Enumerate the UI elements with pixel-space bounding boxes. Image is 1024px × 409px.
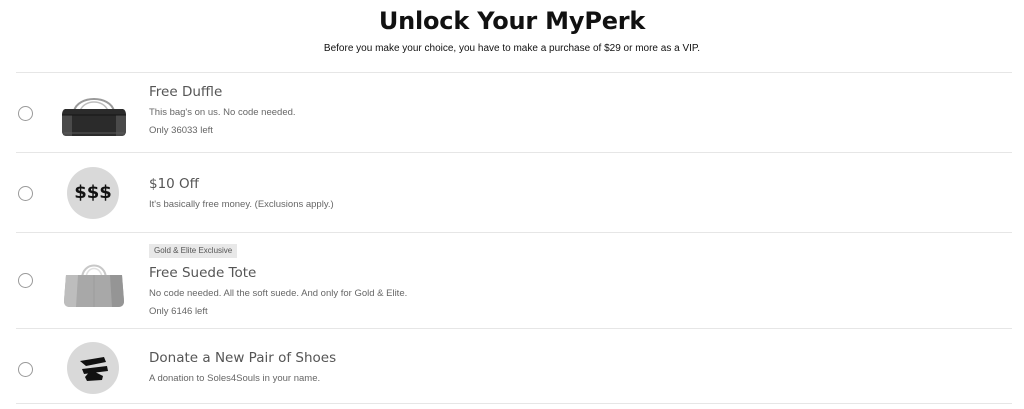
perk-description: A donation to Soles4Souls in your name. <box>149 373 321 384</box>
perk-description: It's basically free money. (Exclusions a… <box>149 199 334 210</box>
perk-text-donate-shoes: Donate a New Pair of Shoes A donation to… <box>149 349 1002 385</box>
perk-stock: Only 36033 left <box>149 125 213 136</box>
perk-description: This bag's on us. No code needed. <box>149 107 296 118</box>
page-subtitle: Before you make your choice, you have to… <box>323 43 701 54</box>
perk-radio-donate-shoes[interactable] <box>18 362 33 377</box>
page-title: Unlock Your MyPerk <box>378 7 646 35</box>
perk-name: Free Suede Tote <box>149 265 257 281</box>
perk-text-free-suede-tote: Gold & Elite Exclusive Free Suede Tote N… <box>149 240 1002 318</box>
tote-bag-icon <box>60 257 128 309</box>
perk-list: Free Duffle This bag's on us. No code ne… <box>16 72 1012 404</box>
perk-option-free-suede-tote[interactable]: Gold & Elite Exclusive Free Suede Tote N… <box>16 232 1012 328</box>
perk-radio-10-off[interactable] <box>18 186 33 201</box>
perk-stock: Only 6146 left <box>149 306 208 317</box>
perk-text-10-off: $10 Off It's basically free money. (Excl… <box>149 175 1002 211</box>
perk-option-10-off[interactable]: $$$ $10 Off It's basically free money. (… <box>16 152 1012 232</box>
perk-name: Donate a New Pair of Shoes <box>149 350 337 366</box>
dollar-signs-text: $$$ <box>74 182 112 203</box>
perk-name: Free Duffle <box>149 84 223 100</box>
exclusive-badge: Gold & Elite Exclusive <box>149 244 238 258</box>
soles4souls-shoe-logo-icon <box>67 342 119 394</box>
dollar-signs-icon: $$$ <box>67 167 119 219</box>
perk-description: No code needed. All the soft suede. And … <box>149 288 408 299</box>
perk-radio-free-duffle[interactable] <box>18 106 33 121</box>
perk-option-donate-shoes[interactable]: Donate a New Pair of Shoes A donation to… <box>16 328 1012 404</box>
duffle-bag-icon <box>60 87 128 139</box>
perk-radio-free-suede-tote[interactable] <box>18 273 33 288</box>
perk-option-free-duffle[interactable]: Free Duffle This bag's on us. No code ne… <box>16 72 1012 152</box>
perk-text-free-duffle: Free Duffle This bag's on us. No code ne… <box>149 83 1002 137</box>
perk-name: $10 Off <box>149 176 199 192</box>
